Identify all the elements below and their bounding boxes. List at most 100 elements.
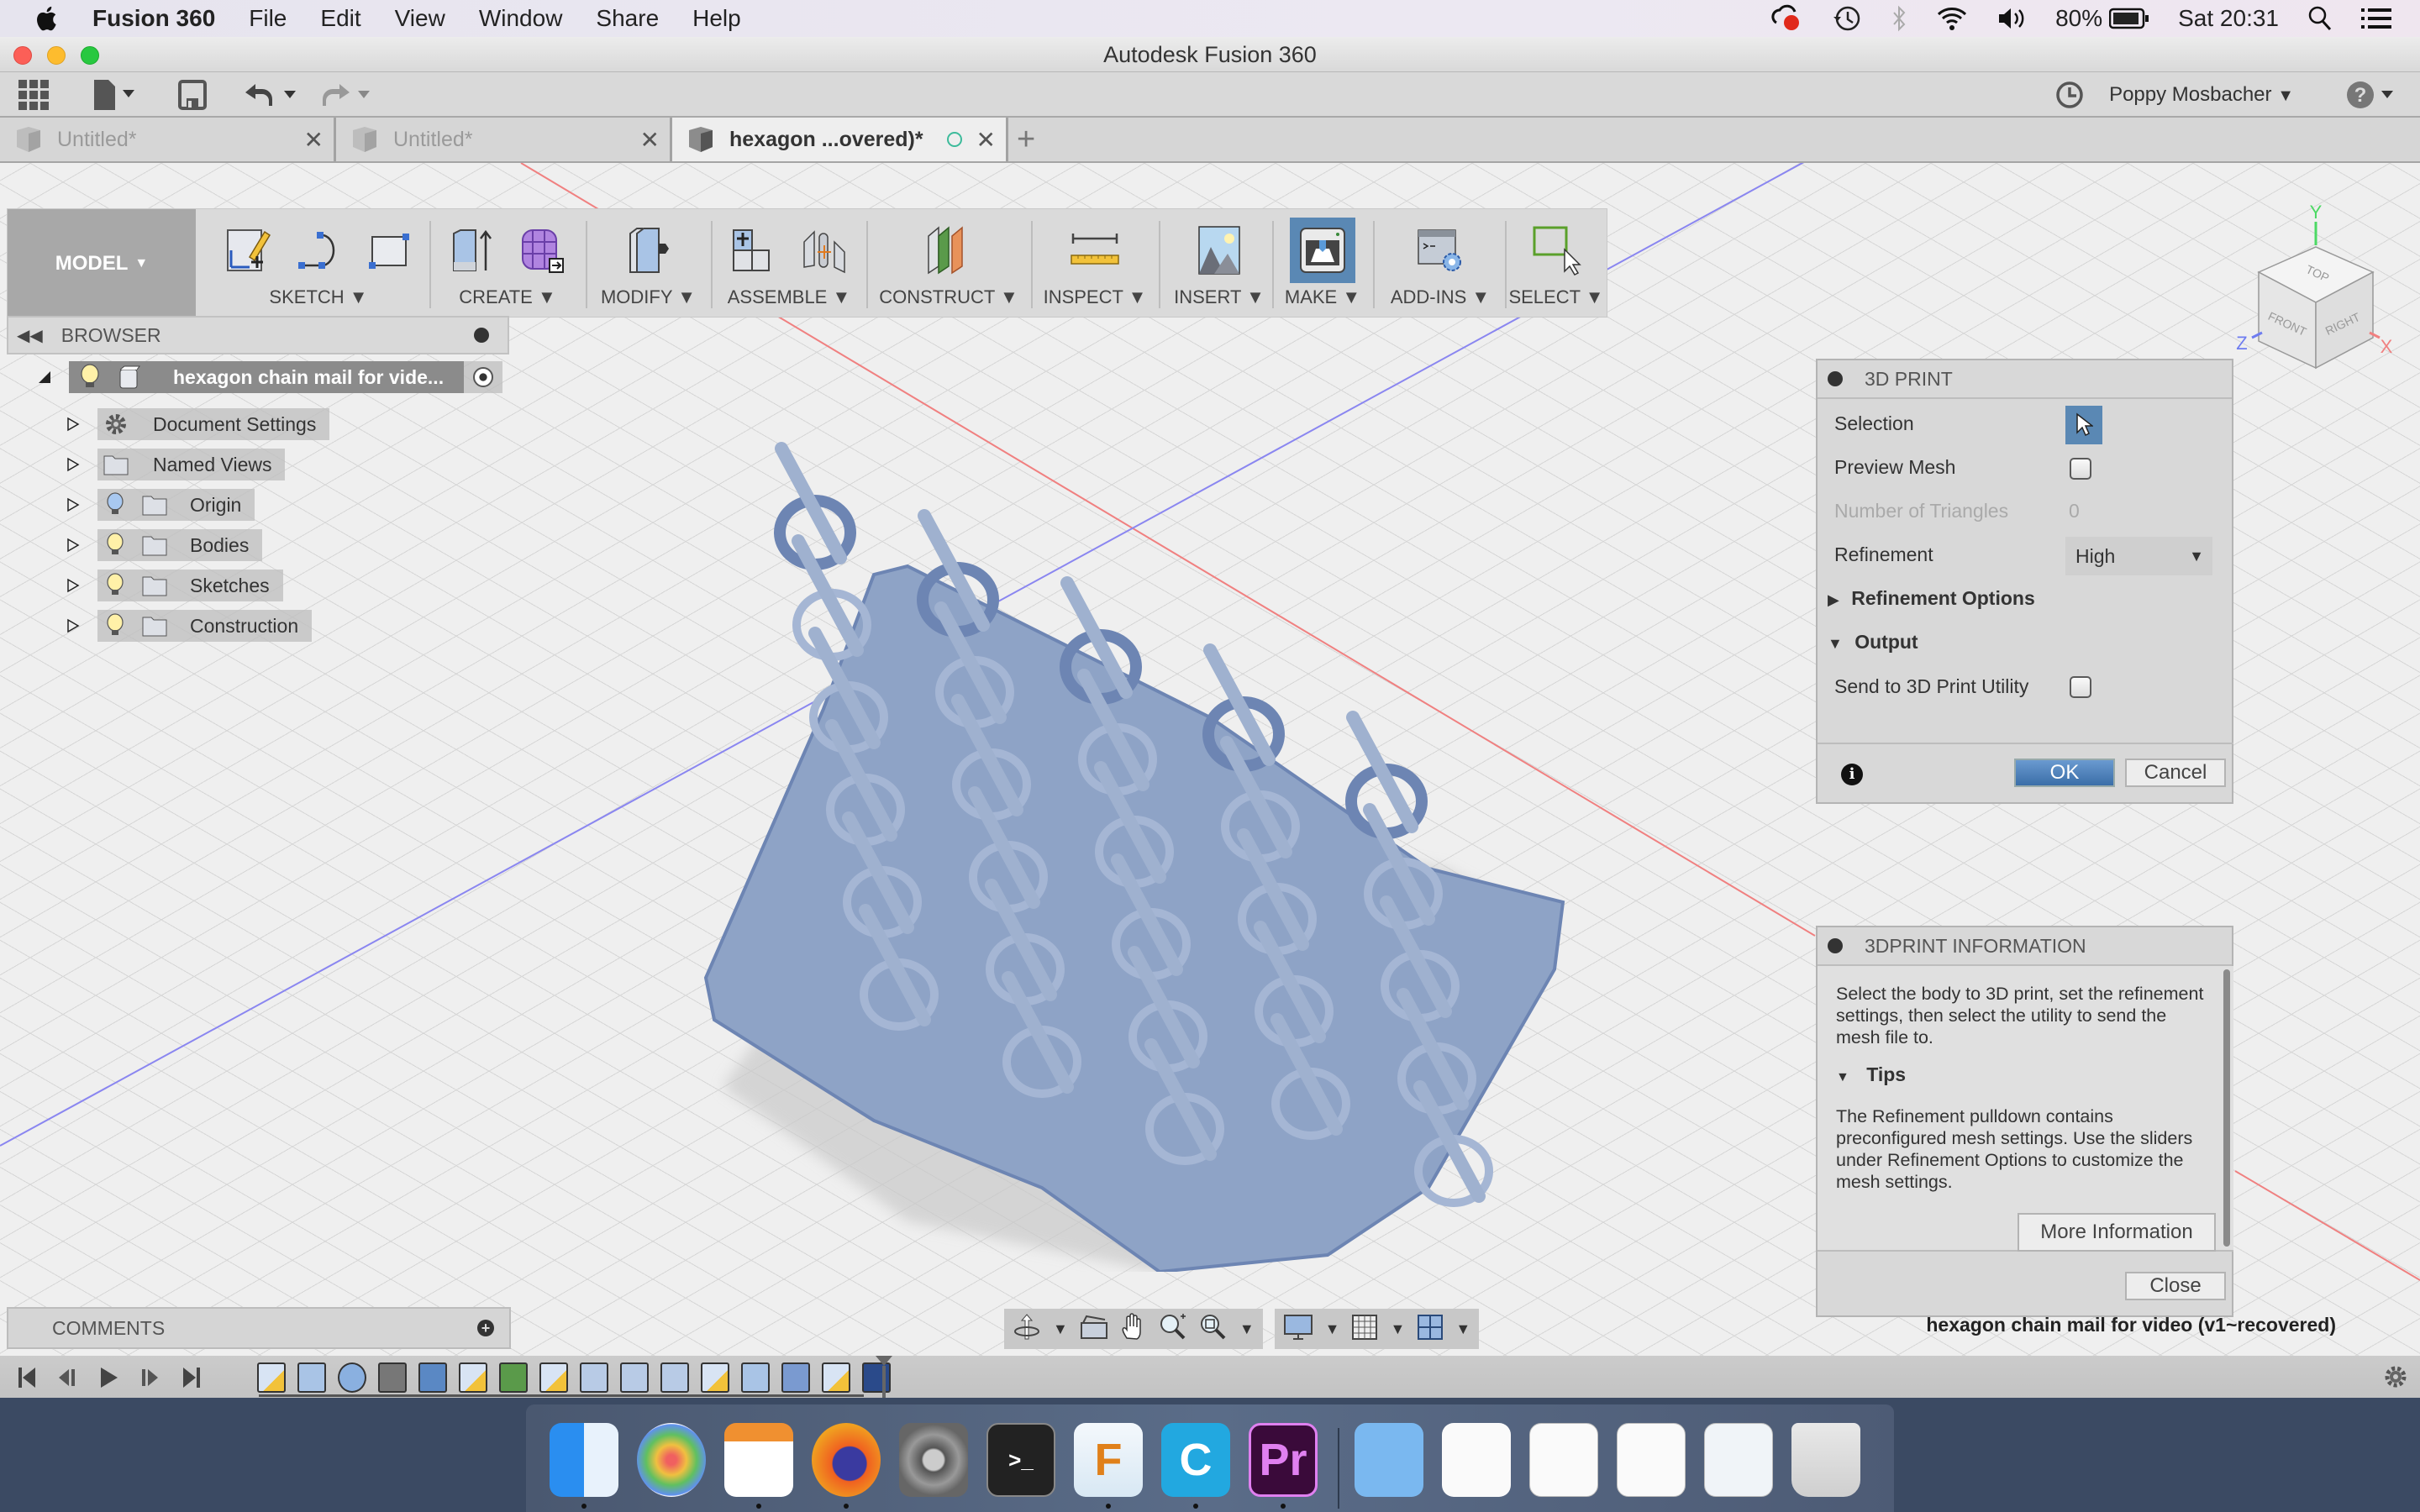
dock-photos-icon[interactable] xyxy=(637,1423,706,1497)
workspace-switcher[interactable]: MODEL ▼ xyxy=(8,209,196,318)
timeline-marker[interactable] xyxy=(876,1356,892,1398)
collapsed-triangle-icon[interactable] xyxy=(66,457,81,472)
tab-hexagon-chain-mail[interactable]: hexagon ...overed)* ✕ xyxy=(672,118,1008,161)
timeline-feature-move-icon[interactable] xyxy=(378,1362,407,1393)
cancel-button[interactable]: Cancel xyxy=(2125,759,2226,787)
close-tab-icon[interactable]: ✕ xyxy=(640,126,660,154)
visibility-bulb-icon[interactable] xyxy=(106,613,124,638)
3d-print-button[interactable] xyxy=(1290,218,1355,283)
addins-menu[interactable]: ADD-INS ▼ xyxy=(1373,286,1507,308)
dock-system-preferences-icon[interactable] xyxy=(899,1423,968,1497)
visibility-bulb-icon[interactable] xyxy=(106,533,124,558)
dock-finder-window-icon[interactable] xyxy=(1704,1423,1773,1497)
info-icon[interactable]: i xyxy=(1841,764,1863,785)
job-status-button[interactable] xyxy=(2055,81,2084,109)
activate-component-button[interactable] xyxy=(464,361,502,393)
bluetooth-icon[interactable] xyxy=(1891,4,1907,33)
dock-camtasia-icon[interactable]: C xyxy=(1161,1423,1230,1497)
timeline-feature-sketch-icon[interactable] xyxy=(257,1362,286,1393)
dock-terminal-icon[interactable]: >_ xyxy=(986,1423,1055,1497)
browser-item-document-settings[interactable]: Document Settings xyxy=(66,408,330,440)
minimize-window-button[interactable] xyxy=(47,46,66,65)
timeline-feature-combine-icon[interactable] xyxy=(781,1362,810,1393)
look-at-button[interactable] xyxy=(1080,1315,1108,1344)
tab-untitled-1[interactable]: Untitled* ✕ xyxy=(0,118,336,161)
browser-item-named-views[interactable]: Named Views xyxy=(66,449,286,480)
menu-help[interactable]: Help xyxy=(692,5,741,32)
expanded-triangle-icon[interactable] xyxy=(37,370,52,385)
collapsed-triangle-icon[interactable] xyxy=(66,618,81,633)
view-cube[interactable]: TOP FRONT RIGHT Y Z X xyxy=(2218,202,2420,373)
3d-canvas[interactable]: MODEL ▼ SKETCH ▼ CREATE ▼ MODIFY ▼ ASSEM… xyxy=(0,163,2420,1356)
pan-button[interactable] xyxy=(1120,1312,1147,1346)
creative-cloud-icon[interactable] xyxy=(1770,4,1803,33)
battery-status[interactable]: 80% xyxy=(2055,5,2149,32)
collapse-dialog-icon[interactable] xyxy=(1828,371,1843,386)
data-panel-button[interactable] xyxy=(18,80,49,110)
fit-button[interactable] xyxy=(1199,1313,1228,1346)
step-back-button[interactable] xyxy=(57,1366,77,1394)
display-dropdown[interactable]: ▼ xyxy=(1325,1320,1340,1338)
dock-pages-document-1-icon[interactable] xyxy=(1529,1423,1598,1497)
menu-share[interactable]: Share xyxy=(596,5,659,32)
collapsed-triangle-icon[interactable] xyxy=(66,578,81,593)
zoom-button[interactable] xyxy=(1159,1313,1187,1346)
maximize-window-button[interactable] xyxy=(81,46,99,65)
apple-menu-icon[interactable] xyxy=(34,4,62,33)
spotlight-search-icon[interactable] xyxy=(2307,5,2333,32)
timeline-settings-gear-icon[interactable] xyxy=(2383,1364,2408,1394)
save-button[interactable] xyxy=(178,80,207,110)
create-menu[interactable]: CREATE ▼ xyxy=(432,286,583,308)
orbit-dropdown[interactable]: ▼ xyxy=(1053,1320,1068,1338)
add-comment-icon[interactable]: + xyxy=(477,1320,494,1336)
assemble-menu[interactable]: ASSEMBLE ▼ xyxy=(713,286,865,308)
app-menu-fusion360[interactable]: Fusion 360 xyxy=(92,5,215,32)
dock-firefox-icon[interactable] xyxy=(812,1423,881,1497)
timeline-feature-sketch-icon[interactable] xyxy=(701,1362,729,1393)
go-to-start-button[interactable] xyxy=(17,1366,37,1394)
chain-mail-model[interactable] xyxy=(689,432,1613,1272)
visibility-bulb-off-icon[interactable] xyxy=(106,492,124,517)
close-tab-icon[interactable]: ✕ xyxy=(304,126,324,154)
press-pull-button[interactable] xyxy=(623,224,675,276)
play-button[interactable] xyxy=(99,1366,119,1394)
dock-pages-icon[interactable] xyxy=(724,1423,793,1497)
zoom-dropdown[interactable]: ▼ xyxy=(1239,1320,1255,1338)
timeline-feature-shell-icon[interactable] xyxy=(660,1362,689,1393)
dock-fusion-360-icon[interactable]: F xyxy=(1074,1423,1143,1497)
timeline-feature-sketch-icon[interactable] xyxy=(539,1362,568,1393)
notification-center-icon[interactable] xyxy=(2361,7,2391,30)
more-information-button[interactable]: More Information xyxy=(2018,1213,2216,1252)
go-to-end-button[interactable] xyxy=(182,1366,202,1394)
dock-finder-icon[interactable] xyxy=(550,1423,618,1497)
timeline-feature-extrude-icon[interactable] xyxy=(297,1362,326,1393)
select-menu[interactable]: SELECT ▼ xyxy=(1505,286,1607,308)
clock[interactable]: Sat 20:31 xyxy=(2178,5,2279,32)
new-tab-button[interactable]: + xyxy=(1017,123,1035,156)
menu-window[interactable]: Window xyxy=(479,5,563,32)
menu-view[interactable]: View xyxy=(395,5,445,32)
orbit-button[interactable] xyxy=(1013,1313,1041,1346)
select-button[interactable] xyxy=(1530,224,1582,276)
refinement-dropdown[interactable]: High ▼ xyxy=(2065,537,2212,575)
create-form-button[interactable] xyxy=(517,224,569,276)
create-sketch-button[interactable] xyxy=(222,224,274,276)
timeline-feature-shell-icon[interactable] xyxy=(580,1362,608,1393)
tips-section[interactable]: ▼ Tips xyxy=(1836,1063,1906,1086)
collapse-browser-icon[interactable]: ◀◀ xyxy=(17,325,43,346)
insert-image-button[interactable] xyxy=(1193,224,1245,276)
grid-dropdown[interactable]: ▼ xyxy=(1390,1320,1405,1338)
redo-button[interactable] xyxy=(319,81,373,109)
collapse-panel-icon[interactable] xyxy=(1828,938,1843,953)
browser-item-sketches[interactable]: Sketches xyxy=(66,570,283,601)
output-section[interactable]: ▼ Output xyxy=(1828,631,1918,654)
selection-button[interactable] xyxy=(2065,406,2102,444)
arc-button[interactable] xyxy=(292,224,345,276)
collapsed-triangle-icon[interactable] xyxy=(66,497,81,512)
collapsed-triangle-icon[interactable] xyxy=(66,417,81,432)
send-to-3d-print-utility-checkbox[interactable] xyxy=(2070,676,2091,698)
undo-button[interactable] xyxy=(244,81,297,109)
make-menu[interactable]: MAKE ▼ xyxy=(1272,286,1373,308)
dock-premiere-pro-icon[interactable]: Pr xyxy=(1249,1423,1318,1497)
timeline-feature-shell-icon[interactable] xyxy=(620,1362,649,1393)
